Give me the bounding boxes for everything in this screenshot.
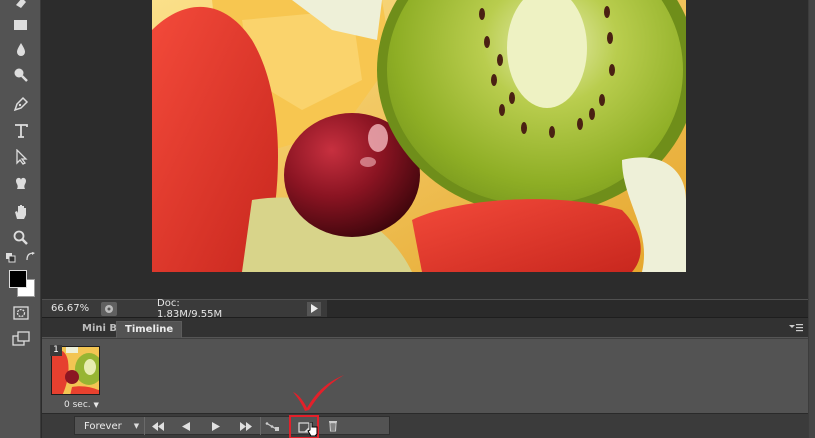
checkmark-annotation-icon bbox=[289, 372, 347, 412]
hand-cursor-icon bbox=[307, 421, 318, 438]
type-icon[interactable] bbox=[8, 120, 34, 142]
hand-icon[interactable] bbox=[8, 201, 34, 223]
path-select-icon[interactable] bbox=[8, 146, 34, 168]
default-colors-icon[interactable] bbox=[6, 253, 18, 266]
swap-colors-icon[interactable] bbox=[26, 252, 36, 265]
frame-area: 1 0 sec. ▼ bbox=[42, 339, 808, 413]
delay-dropdown-icon: ▼ bbox=[93, 401, 99, 409]
next-frame-button[interactable] bbox=[235, 418, 257, 434]
dodge-icon[interactable] bbox=[8, 64, 34, 86]
loop-options-select[interactable]: Forever ▼ bbox=[78, 418, 148, 434]
pen-icon[interactable] bbox=[8, 93, 34, 115]
loop-options-label: Forever bbox=[84, 420, 122, 432]
previous-frame-button[interactable] bbox=[175, 418, 197, 434]
screen-mode-icon[interactable] bbox=[8, 328, 34, 350]
blur-drop-icon[interactable] bbox=[8, 39, 34, 61]
frame-number: 1 bbox=[50, 345, 62, 356]
zoom-level[interactable]: 66.67% bbox=[42, 303, 97, 314]
zoom-icon[interactable] bbox=[8, 227, 34, 249]
quick-mask-icon[interactable] bbox=[8, 302, 34, 324]
tab-timeline[interactable]: Timeline bbox=[116, 321, 183, 338]
horizontal-scrollbar[interactable] bbox=[327, 299, 808, 318]
foreground-color-swatch[interactable] bbox=[9, 270, 27, 288]
separator bbox=[144, 417, 145, 435]
status-bar: 66.67% Doc: 1.83M/9.55M bbox=[42, 298, 808, 320]
status-menu-arrow-icon[interactable] bbox=[307, 301, 321, 316]
loop-dropdown-icon: ▼ bbox=[133, 422, 140, 430]
timeline-panel: Mini Bridge Timeline 1 0 sec. ▼ Forever … bbox=[42, 317, 808, 438]
timeline-controls: Forever ▼ bbox=[42, 413, 808, 438]
delete-frame-button[interactable] bbox=[322, 418, 344, 434]
rectangle-icon[interactable] bbox=[8, 14, 34, 36]
first-frame-button[interactable] bbox=[147, 418, 169, 434]
eraser-icon[interactable] bbox=[8, 0, 34, 14]
tools-panel bbox=[0, 0, 41, 438]
status-info-icon[interactable] bbox=[101, 301, 117, 316]
animation-frame[interactable]: 1 0 sec. ▼ bbox=[49, 343, 101, 414]
panel-menu-icon[interactable] bbox=[788, 322, 804, 333]
document-canvas[interactable] bbox=[152, 0, 686, 272]
frame-delay[interactable]: 0 sec. ▼ bbox=[64, 400, 99, 410]
tween-button[interactable] bbox=[261, 418, 283, 434]
play-button[interactable] bbox=[205, 418, 227, 434]
panel-tab-bar: Mini Bridge Timeline bbox=[42, 318, 808, 338]
right-scrollbar[interactable] bbox=[808, 0, 815, 438]
frame-delay-value: 0 sec. bbox=[64, 400, 91, 410]
custom-shape-icon[interactable] bbox=[8, 172, 34, 194]
